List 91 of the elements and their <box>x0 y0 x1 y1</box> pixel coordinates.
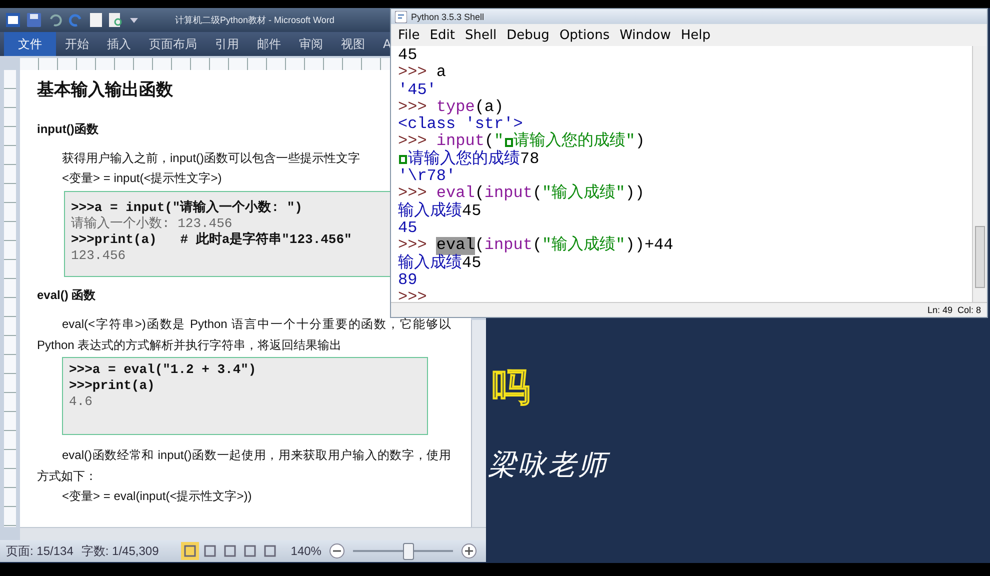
section-heading: eval() 函数 <box>37 287 96 304</box>
shell-text: a <box>436 64 446 82</box>
menu-item[interactable]: File <box>393 28 425 42</box>
shell-text: 请输入您的成绩" <box>514 133 636 150</box>
redo-icon[interactable] <box>69 13 83 27</box>
code-line: >>>a = input("请输入一个小数: ") <box>71 200 302 216</box>
shell-text: >>> <box>398 185 427 202</box>
shell-text: type <box>436 98 475 116</box>
body-paragraph: 获得用户输入之前，input()函数可以包含一些提示性文字 <box>61 150 360 167</box>
window-title: Python 3.5.3 Shell <box>411 12 484 22</box>
shell-text: 45 <box>462 254 482 272</box>
body-paragraph: eval(<字符串>)函数是 Python 语言中一个十分重要的函数，它能够以 Python 表达式的方式解析并执行字符串，将返回结果输出 <box>37 316 451 354</box>
zoom-in-icon[interactable] <box>461 543 478 559</box>
ribbon-tab[interactable]: 审阅 <box>290 32 332 56</box>
shell-text: >>> <box>398 289 427 306</box>
menu-item[interactable]: Window <box>614 28 676 42</box>
shell-text: 输入成绩 <box>398 202 462 220</box>
shell-text: '\r78' <box>398 168 456 186</box>
zoom-out-icon[interactable] <box>329 543 346 559</box>
shell-text: 45 <box>398 47 418 64</box>
ribbon-tab[interactable]: 视图 <box>332 32 374 56</box>
shell-text: "输入成绩" <box>542 185 626 203</box>
code-line: 请输入一个小数: 123.456 <box>71 216 232 232</box>
view-mode-icon[interactable] <box>180 542 199 560</box>
control-character-icon <box>504 138 513 147</box>
syntax-line: <变量> = input(<提示性文字>) <box>62 170 222 187</box>
print-preview-icon[interactable] <box>109 13 123 27</box>
shell-text: 89 <box>398 272 418 290</box>
python-app-icon <box>395 10 407 22</box>
shell-text: ( <box>474 185 484 203</box>
vertical-scrollbar[interactable] <box>972 46 987 302</box>
document-heading: 基本输入输出函数 <box>37 79 173 101</box>
zoom-slider-thumb[interactable] <box>403 542 414 560</box>
shell-text: eval <box>436 185 475 202</box>
shell-text: 45 <box>462 202 482 220</box>
word-app-icon <box>6 13 20 27</box>
section-heading: input()函数 <box>37 121 98 138</box>
shell-text: input <box>436 133 484 150</box>
subtitle-text: 吗 <box>492 364 530 411</box>
menu-item[interactable]: Debug <box>502 28 554 42</box>
menu-item[interactable]: Edit <box>424 28 460 42</box>
menu-item[interactable]: Options <box>554 28 615 42</box>
shell-text: ( <box>474 237 484 255</box>
shell-text: ( <box>532 185 542 203</box>
shell-text: ))+44 <box>625 237 674 255</box>
control-character-icon <box>399 154 407 164</box>
code-line: 123.456 <box>71 248 126 264</box>
shell-text: >>> <box>398 133 427 150</box>
word-count: 字数: 1/45,309 <box>81 542 159 560</box>
shell-text: input <box>484 185 532 203</box>
horizontal-scrollbar[interactable] <box>20 527 486 540</box>
menu-item[interactable]: Shell <box>460 28 502 42</box>
vertical-scrollbar[interactable] <box>471 320 486 527</box>
shell-text: 请输入您的成绩 <box>408 150 520 168</box>
page-count: 页面: 15/134 <box>6 542 74 560</box>
shell-text: ) <box>635 133 645 151</box>
dropdown-icon[interactable] <box>130 16 138 24</box>
ribbon-tab[interactable]: 邮件 <box>248 32 290 56</box>
shell-text: " <box>494 133 504 150</box>
shell-text: "输入成绩" <box>542 237 626 255</box>
shell-text: >>> <box>398 98 428 116</box>
shell-text: (a) <box>474 98 504 116</box>
shell-text: input <box>484 237 532 255</box>
shell-text: 78 <box>520 150 540 168</box>
shell-text: >>> <box>398 237 427 254</box>
ribbon-tab[interactable]: 插入 <box>98 32 140 56</box>
menu-item[interactable]: Help <box>676 28 716 42</box>
zoom-level: 140% <box>290 544 322 558</box>
code-line: 4.6 <box>69 394 92 410</box>
undo-icon[interactable] <box>48 13 62 27</box>
save-icon[interactable] <box>27 13 41 27</box>
shell-text: ( <box>532 237 542 255</box>
shell-text: ( <box>484 133 494 150</box>
signature-text: 梁咏老师 <box>488 446 608 484</box>
selected-text: eval <box>436 237 475 255</box>
code-line: >>>a = eval("1.2 + 3.4") <box>69 362 256 378</box>
ribbon-tab[interactable]: 引用 <box>206 32 248 56</box>
ribbon-tab[interactable]: 页面布局 <box>140 32 206 56</box>
shell-text: >>> <box>398 64 428 82</box>
ribbon-tab[interactable]: 开始 <box>56 32 98 56</box>
shell-text: 45 <box>398 220 418 238</box>
ribbon-tab[interactable]: 文件 <box>4 32 56 56</box>
syntax-line: <变量> = eval(input(<提示性文字>)) <box>62 488 252 505</box>
code-line: >>>print(a) # 此时a是字符串"123.456" <box>71 232 352 248</box>
shell-text: )) <box>625 185 644 203</box>
window-title: 计算机二级Python教材 - Microsoft Word <box>175 14 334 26</box>
cursor-position: Ln: 49 Col: 8 <box>927 305 981 315</box>
shell-text: '45' <box>398 82 436 99</box>
code-line: >>>print(a) <box>69 378 155 394</box>
shell-text: 输入成绩 <box>398 254 462 272</box>
body-paragraph: eval()函数经常和 input()函数一起使用，用来获取用户输入的数字，使用方式如下： <box>37 447 451 485</box>
